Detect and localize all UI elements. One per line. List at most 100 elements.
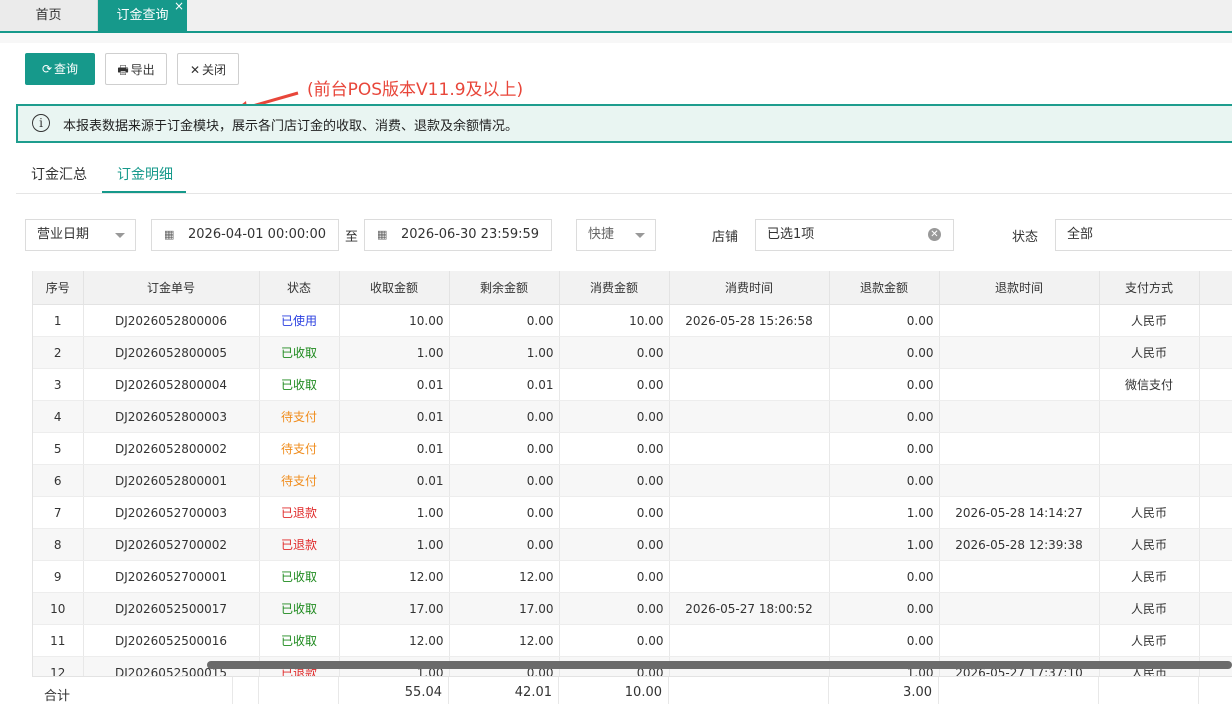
table-row[interactable]: 4 DJ2026052800003 待支付 0.01 0.00 0.00 0.00 bbox=[33, 400, 1232, 433]
table-row[interactable]: 1 DJ2026052800006 已使用 10.00 0.00 10.00 2026-05… bbox=[33, 304, 1232, 337]
export-button-label: 导出 bbox=[130, 63, 155, 77]
tab-deposit-query[interactable]: 订金查询 × bbox=[98, 0, 187, 31]
table-header-row: 序号 订金单号 状态 收取金额 剩余金额 消费金额 消费时间 退款金额 退款时间 支付方式 bbox=[33, 271, 1232, 305]
refund-time bbox=[939, 336, 1100, 369]
chevron-down-icon bbox=[635, 233, 645, 238]
clear-icon[interactable]: ✕ bbox=[928, 228, 941, 241]
order-no: DJ2026052700002 bbox=[83, 528, 260, 561]
table-row[interactable]: 3DJ2026052800004已收取0.010.010.000.00微信支付2 bbox=[33, 368, 1232, 401]
refund-time: 2026-05-28 12:39:38 bbox=[939, 528, 1100, 561]
date-type-select[interactable]: 营业日期 bbox=[25, 219, 136, 251]
row-index: 1 bbox=[33, 304, 84, 337]
horizontal-scrollbar[interactable] bbox=[207, 661, 1232, 669]
header-index[interactable]: 序号 bbox=[33, 271, 84, 305]
remaining-amount: 0.00 bbox=[449, 400, 560, 433]
status: 待支付 bbox=[259, 464, 340, 497]
order-no: DJ2026052800004 bbox=[83, 368, 260, 401]
header-refund-time[interactable]: 退款时间 bbox=[939, 271, 1100, 305]
status: 已退款 bbox=[259, 496, 340, 529]
store-select[interactable]: 已选1项 ✕ bbox=[755, 219, 954, 251]
table-row[interactable]: 10 DJ2026052500017 已收取 17.00 17.00 0.00 2026-0… bbox=[33, 592, 1232, 625]
tab-deposit-detail[interactable]: 订金明细 bbox=[117, 164, 173, 184]
tab-deposit-summary[interactable]: 订金汇总 bbox=[31, 164, 87, 184]
info-icon: i bbox=[32, 114, 50, 132]
deposit-detail-table: 序号 订金单号 状态 收取金额 剩余金额 消费金额 消费时间 退款金额 退款时间 支付方式 1 DJ… bbox=[32, 271, 1232, 703]
table-row[interactable]: 11 DJ2026052500016 已收取 12.00 12.00 0.00 0.00 人民… bbox=[33, 624, 1232, 657]
printer-icon: 🖶 bbox=[117, 63, 129, 77]
refund-amount: 0.00 bbox=[829, 432, 940, 465]
refund-amount: 1.00 bbox=[829, 496, 940, 529]
refund-amount: 0.00 bbox=[829, 368, 940, 401]
header-spacer bbox=[0, 33, 1232, 43]
consumed-amount: 0.00 bbox=[559, 368, 670, 401]
payment-method bbox=[1099, 400, 1200, 433]
consume-time bbox=[669, 368, 830, 401]
table-row[interactable]: 5 DJ2026052800002 待支付 0.01 0.00 0.00 0.00 bbox=[33, 432, 1232, 465]
order-no: DJ2026052800003 bbox=[83, 400, 260, 433]
header-remaining[interactable]: 剩余金额 bbox=[449, 271, 560, 305]
table-row[interactable]: 2DJ2026052800005已收取1.001.000.000.00人民币2 bbox=[33, 336, 1232, 369]
consume-time bbox=[669, 624, 830, 657]
order-no: DJ2026052700003 bbox=[83, 496, 260, 529]
order-no: DJ2026052800006 bbox=[83, 304, 260, 337]
status: 已收取 bbox=[259, 624, 340, 657]
payment-method: 人民币 bbox=[1099, 624, 1200, 657]
refund-time bbox=[939, 304, 1100, 337]
header-order-no[interactable]: 订金单号 bbox=[83, 271, 260, 305]
refund-time bbox=[939, 400, 1100, 433]
remaining-amount: 17.00 bbox=[449, 592, 560, 625]
header-refund-amount[interactable]: 退款金额 bbox=[829, 271, 940, 305]
close-button[interactable]: ✕ 关闭 bbox=[177, 53, 239, 85]
date-type-value: 营业日期 bbox=[37, 227, 90, 242]
collected-amount: 1.00 bbox=[339, 336, 450, 369]
payment-method: 人民币 bbox=[1099, 304, 1200, 337]
overflow-cell bbox=[1199, 400, 1232, 433]
end-date-input[interactable]: ▦ 2026-06-30 23:59:59 bbox=[364, 219, 552, 251]
header-payment-method[interactable]: 支付方式 bbox=[1099, 271, 1200, 305]
status-select-value: 全部 bbox=[1067, 227, 1094, 242]
payment-method: 人民币 bbox=[1099, 528, 1200, 561]
header-consume-time[interactable]: 消费时间 bbox=[669, 271, 830, 305]
overflow-cell: 2 bbox=[1199, 304, 1232, 337]
row-index: 4 bbox=[33, 400, 84, 433]
tab-home[interactable]: 首页 bbox=[0, 0, 98, 31]
end-date-value: 2026-06-30 23:59:59 bbox=[401, 227, 540, 242]
header-overflow bbox=[1199, 271, 1232, 305]
refund-amount: 0.00 bbox=[829, 464, 940, 497]
header-consumed[interactable]: 消费金额 bbox=[559, 271, 670, 305]
start-date-value: 2026-04-01 00:00:00 bbox=[188, 227, 327, 242]
status-select[interactable]: 全部 bbox=[1055, 219, 1232, 251]
status: 待支付 bbox=[259, 400, 340, 433]
table-footer-totals: 合计 55.04 42.01 10.00 3.00 bbox=[32, 676, 1232, 704]
payment-method: 人民币 bbox=[1099, 592, 1200, 625]
table-row[interactable]: 9 DJ2026052700001 已收取 12.00 12.00 0.00 0.00 人民币… bbox=[33, 560, 1232, 593]
consumed-amount: 0.00 bbox=[559, 624, 670, 657]
close-button-label: 关闭 bbox=[202, 63, 227, 77]
header-status[interactable]: 状态 bbox=[259, 271, 340, 305]
consume-time: 2026-05-27 18:00:52 bbox=[669, 592, 830, 625]
remaining-amount: 0.00 bbox=[449, 304, 560, 337]
status: 已收取 bbox=[259, 336, 340, 369]
collected-amount: 17.00 bbox=[339, 592, 450, 625]
refund-amount: 0.00 bbox=[829, 304, 940, 337]
refund-time bbox=[939, 464, 1100, 497]
version-annotation: (前台POS版本V11.9及以上) bbox=[307, 80, 524, 100]
start-date-input[interactable]: ▦ 2026-04-01 00:00:00 bbox=[151, 219, 339, 251]
header-collected[interactable]: 收取金额 bbox=[339, 271, 450, 305]
query-button[interactable]: ⟳ 查询 bbox=[25, 53, 95, 85]
table-row[interactable]: 6 DJ2026052800001 待支付 0.01 0.00 0.00 0.00 bbox=[33, 464, 1232, 497]
close-icon[interactable]: × bbox=[174, 0, 184, 22]
remaining-amount: 12.00 bbox=[449, 624, 560, 657]
table-row[interactable]: 8 DJ2026052700002 已退款 1.00 0.00 0.00 1.00 2026-… bbox=[33, 528, 1232, 561]
collected-amount: 12.00 bbox=[339, 560, 450, 593]
consume-time bbox=[669, 528, 830, 561]
table-row[interactable]: 7 DJ2026052700003 已退款 1.00 0.00 0.00 1.00 2026-… bbox=[33, 496, 1232, 529]
info-text: 本报表数据来源于订金模块，展示各门店订金的收取、消费、退款及余额情况。 bbox=[63, 119, 519, 134]
export-button[interactable]: 🖶 导出 bbox=[105, 53, 167, 85]
overflow-cell: 2 bbox=[1199, 592, 1232, 625]
quick-select[interactable]: 快捷 bbox=[576, 219, 656, 251]
payment-method: 人民币 bbox=[1099, 336, 1200, 369]
refund-time bbox=[939, 368, 1100, 401]
remaining-amount: 0.00 bbox=[449, 464, 560, 497]
calendar-icon: ▦ bbox=[377, 228, 388, 241]
